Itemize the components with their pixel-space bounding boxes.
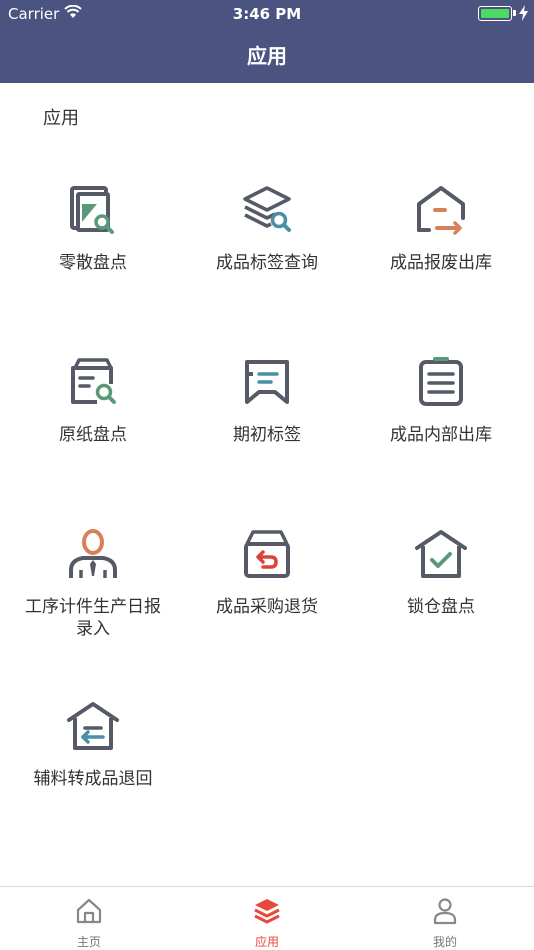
box-return-icon <box>244 530 290 578</box>
worker-icon <box>69 529 117 578</box>
battery-tip <box>513 10 516 16</box>
tab-label-home: 主页 <box>76 935 101 949</box>
app-item-opening-label[interactable]: 期初标签 <box>180 344 354 516</box>
app-label: 锁仓盘点 <box>407 597 475 617</box>
tab-bar: 主页 应用 我的 <box>0 886 534 950</box>
warehouse-scrap-icon <box>417 186 465 235</box>
tab-label-mine: 我的 <box>432 935 457 949</box>
status-bar: Carrier 3:46 PM <box>0 0 534 28</box>
box-search-icon <box>71 358 116 404</box>
warehouse-transfer-icon <box>67 702 119 750</box>
app-label: 期初标签 <box>233 425 301 445</box>
app-grid: 零散盘点 成品标签查询 成品报废出库 原纸盘点 期初标签 成品内部出库 工序计件… <box>6 172 528 860</box>
app-label: 成品内部出库 <box>390 425 492 445</box>
charging-bolt-icon <box>519 5 528 25</box>
app-label: 工序计件生产日报录入 <box>25 597 161 639</box>
app-item-locked-warehouse-inventory[interactable]: 锁仓盘点 <box>354 516 528 688</box>
tag-icon <box>245 360 289 404</box>
app-item-finished-scrap-out[interactable]: 成品报废出库 <box>354 172 528 344</box>
layers-icon <box>254 899 280 924</box>
section-title: 应用 <box>43 108 79 129</box>
warehouse-check-icon <box>415 530 467 578</box>
app-item-auxiliary-to-finished-return[interactable]: 辅料转成品退回 <box>6 688 180 860</box>
app-label: 成品采购退货 <box>216 597 318 617</box>
app-item-piecework-daily-report[interactable]: 工序计件生产日报录入 <box>6 516 180 688</box>
app-item-finished-label-query[interactable]: 成品标签查询 <box>180 172 354 344</box>
header: Carrier 3:46 PM 应用 <box>0 0 534 83</box>
app-label: 成品标签查询 <box>216 253 318 273</box>
app-item-scattered-inventory[interactable]: 零散盘点 <box>6 172 180 344</box>
app-label: 成品报废出库 <box>390 253 492 273</box>
layers-search-icon <box>243 186 291 232</box>
tab-mine[interactable]: 我的 <box>356 887 534 950</box>
page-title: 应用 <box>247 44 287 68</box>
user-icon <box>433 898 457 925</box>
tab-label-apps: 应用 <box>254 935 279 949</box>
app-item-finished-purchase-return[interactable]: 成品采购退货 <box>180 516 354 688</box>
tab-home[interactable]: 主页 <box>0 887 178 950</box>
app-label: 原纸盘点 <box>59 425 127 445</box>
app-item-base-paper-inventory[interactable]: 原纸盘点 <box>6 344 180 516</box>
app-item-finished-internal-out[interactable]: 成品内部出库 <box>354 344 528 516</box>
app-label: 辅料转成品退回 <box>33 769 153 789</box>
home-icon <box>76 898 102 924</box>
status-time: 3:46 PM <box>232 5 302 23</box>
clipboard-list-icon <box>419 357 463 406</box>
battery-icon <box>478 6 512 21</box>
app-label: 零散盘点 <box>59 253 127 273</box>
inventory-search-icon <box>70 186 114 234</box>
battery-fill <box>481 9 509 18</box>
tab-apps[interactable]: 应用 <box>178 887 356 950</box>
